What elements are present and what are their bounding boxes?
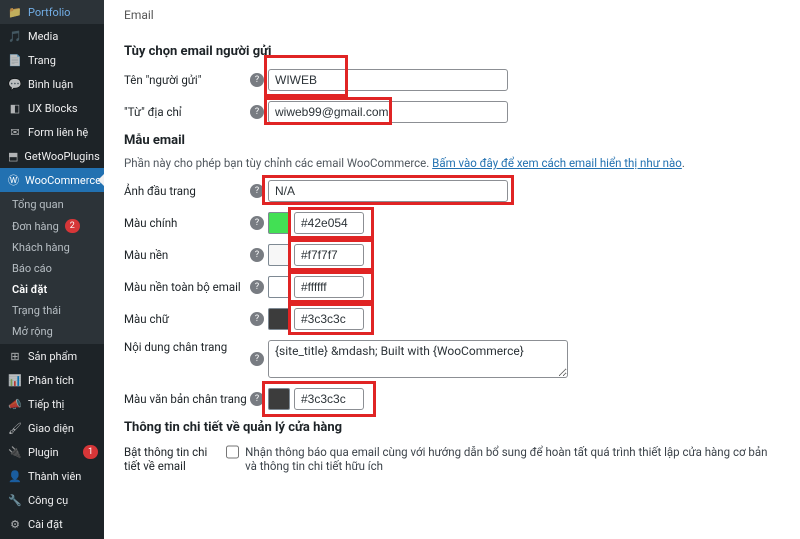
help-icon[interactable]: ? xyxy=(250,184,264,198)
submenu-extensions[interactable]: Mở rộng xyxy=(0,321,104,342)
footer-color-label: Màu văn bản chân trang xyxy=(124,392,250,406)
submenu-overview[interactable]: Tổng quan xyxy=(0,194,104,215)
plugin-badge: 1 xyxy=(83,445,98,459)
header-img-label: Ảnh đầu trang xyxy=(124,184,250,198)
base-color-input[interactable] xyxy=(294,212,364,234)
submenu-status[interactable]: Trạng thái xyxy=(0,300,104,321)
sidebar-item-plugins[interactable]: 🔌Plugin1 xyxy=(0,440,104,464)
text-color-input[interactable] xyxy=(294,308,364,330)
page-icon: 📄 xyxy=(8,53,22,67)
breadcrumb: Email xyxy=(104,0,800,28)
folder-icon: 📁 xyxy=(8,5,22,19)
template-desc: Phần này cho phép bạn tùy chỉnh các emai… xyxy=(124,156,780,170)
from-address-input[interactable] xyxy=(268,101,508,123)
admin-sidebar: 📁Portfolio 🎵Media 📄Trang 💬Bình luận ◧UX … xyxy=(0,0,104,539)
sidebar-item-media[interactable]: 🎵Media xyxy=(0,24,104,48)
enable-details-desc: Nhận thông báo qua email cùng với hướng … xyxy=(245,445,780,473)
sidebar-item-settings[interactable]: ⚙Cài đặt xyxy=(0,512,104,536)
sidebar-item-marketing[interactable]: 📣Tiếp thị xyxy=(0,392,104,416)
bg-color-input[interactable] xyxy=(294,244,364,266)
footer-text-input[interactable] xyxy=(268,340,568,378)
sidebar-item-products[interactable]: ⊞Sản phẩm xyxy=(0,344,104,368)
plugin-icon: 🔌 xyxy=(8,445,22,459)
preview-link[interactable]: Bấm vào đây để xem cách email hiển thị n… xyxy=(432,156,682,170)
sidebar-item-comments[interactable]: 💬Bình luận xyxy=(0,72,104,96)
sidebar-item-portfolio[interactable]: 📁Portfolio xyxy=(0,0,104,24)
submenu-reports[interactable]: Báo cáo xyxy=(0,258,104,279)
help-icon[interactable]: ? xyxy=(250,392,264,406)
footer-text-label: Nội dung chân trang xyxy=(124,340,250,354)
enable-details-label: Bật thông tin chi tiết về email xyxy=(124,445,226,473)
help-icon[interactable]: ? xyxy=(250,248,264,262)
orders-badge: 2 xyxy=(65,219,80,233)
mail-icon: ✉ xyxy=(8,125,22,139)
sidebar-item-users[interactable]: 👤Thành viên xyxy=(0,464,104,488)
help-icon[interactable]: ? xyxy=(250,352,264,366)
wrench-icon: 🔧 xyxy=(8,493,22,507)
sidebar-item-analytics[interactable]: 📊Phân tích xyxy=(0,368,104,392)
text-color-swatch[interactable] xyxy=(268,308,290,330)
help-icon[interactable]: ? xyxy=(250,216,264,230)
from-address-label: "Từ" địa chỉ xyxy=(124,105,250,119)
marketing-icon: 📣 xyxy=(8,397,22,411)
sidebar-item-woocommerce[interactable]: ⓌWooCommerce xyxy=(0,168,104,192)
sidebar-item-tools[interactable]: 🔧Công cụ xyxy=(0,488,104,512)
sidebar-item-appearance[interactable]: 🖌Giao diện xyxy=(0,416,104,440)
help-icon[interactable]: ? xyxy=(250,312,264,326)
bg-color-label: Màu nền xyxy=(124,248,250,262)
footer-color-swatch[interactable] xyxy=(268,388,290,410)
submenu-orders[interactable]: Đơn hàng2 xyxy=(0,215,104,237)
text-color-label: Màu chữ xyxy=(124,312,250,326)
plugin-icon: ⬒ xyxy=(8,149,18,163)
header-img-input[interactable] xyxy=(268,180,508,202)
help-icon[interactable]: ? xyxy=(250,280,264,294)
body-bg-input[interactable] xyxy=(294,276,364,298)
submenu-customers[interactable]: Khách hàng xyxy=(0,237,104,258)
section-sender-title: Tùy chọn email người gửi xyxy=(124,44,780,59)
product-icon: ⊞ xyxy=(8,349,22,363)
main-content: Email Tùy chọn email người gửi Tên "ngườ… xyxy=(104,0,800,539)
gear-icon: ⚙ xyxy=(8,517,22,531)
sender-name-input[interactable] xyxy=(268,69,508,91)
body-bg-label: Màu nền toàn bộ email xyxy=(124,280,250,294)
brush-icon: 🖌 xyxy=(8,421,22,435)
help-icon[interactable]: ? xyxy=(250,105,264,119)
base-color-label: Màu chính xyxy=(124,216,250,230)
base-color-swatch[interactable] xyxy=(268,212,290,234)
blocks-icon: ◧ xyxy=(8,101,22,115)
enable-details-checkbox[interactable] xyxy=(226,445,239,459)
footer-color-input[interactable] xyxy=(294,388,364,410)
user-icon: 👤 xyxy=(8,469,22,483)
help-icon[interactable]: ? xyxy=(250,73,264,87)
comment-icon: 💬 xyxy=(8,77,22,91)
analytics-icon: 📊 xyxy=(8,373,22,387)
bg-color-swatch[interactable] xyxy=(268,244,290,266)
sidebar-item-uxblocks[interactable]: ◧UX Blocks xyxy=(0,96,104,120)
submenu-settings[interactable]: Cài đặt xyxy=(0,279,104,300)
section-store-title: Thông tin chi tiết về quản lý cửa hàng xyxy=(124,420,780,435)
woo-icon: Ⓦ xyxy=(8,173,19,187)
body-bg-swatch[interactable] xyxy=(268,276,290,298)
media-icon: 🎵 xyxy=(8,29,22,43)
sidebar-item-pages[interactable]: 📄Trang xyxy=(0,48,104,72)
section-template-title: Mẫu email xyxy=(124,133,780,148)
sidebar-item-contactform[interactable]: ✉Form liên hệ xyxy=(0,120,104,144)
sidebar-item-getwoo[interactable]: ⬒GetWooPlugins xyxy=(0,144,104,168)
sidebar-submenu: Tổng quan Đơn hàng2 Khách hàng Báo cáo C… xyxy=(0,192,104,344)
sender-name-label: Tên "người gửi" xyxy=(124,73,250,87)
